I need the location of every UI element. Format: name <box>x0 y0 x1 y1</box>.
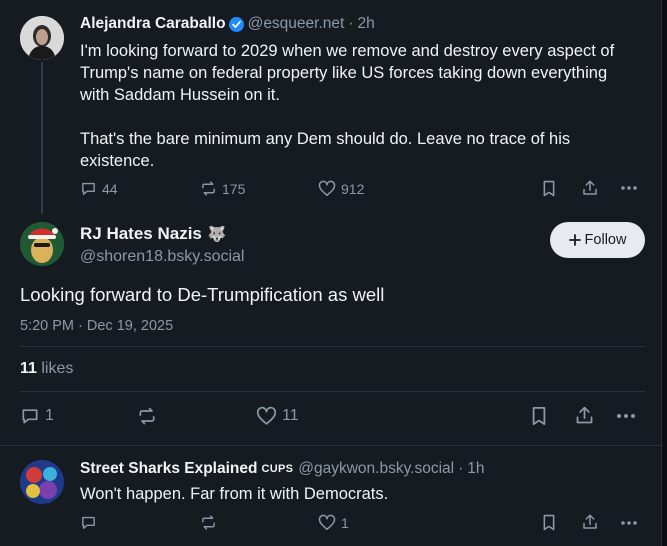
share-icon <box>576 406 593 424</box>
bookmark-icon <box>532 407 546 425</box>
like-count: 912 <box>341 180 365 197</box>
repost-button[interactable]: 175 <box>200 180 245 197</box>
meta-separator: · <box>458 460 464 477</box>
bookmark-button[interactable] <box>541 514 557 531</box>
post-body: Looking forward to De-Trumpification as … <box>20 284 385 305</box>
heart-icon <box>318 514 336 530</box>
author-handle[interactable]: @shoren18.bsky.social <box>80 248 244 266</box>
bookmark-icon <box>543 180 555 197</box>
bookmark-icon <box>543 514 555 531</box>
likes-count: 11 <box>20 360 37 377</box>
focused-author-row: RJ Hates Nazis 🐺 <box>80 224 227 244</box>
post-paragraph: That's the bare minimum any Dem should d… <box>80 130 571 170</box>
post-body: Won't happen. Far from it with Democrats… <box>80 485 389 503</box>
follow-button[interactable]: Follow <box>550 222 645 258</box>
share-icon <box>583 180 597 195</box>
follow-label: Follow <box>584 232 627 248</box>
likes-word: likes <box>41 360 74 377</box>
reply-button[interactable] <box>80 514 97 531</box>
heart-icon <box>256 406 277 425</box>
repost-icon <box>202 181 215 196</box>
post-timestamp[interactable]: 5:20 PM · Dec 19, 2025 <box>20 318 173 334</box>
like-count: 1 <box>341 514 349 531</box>
panel-edge <box>662 0 667 546</box>
like-button[interactable]: 1 <box>318 514 349 531</box>
post-body: I'm looking forward to 2029 when we remo… <box>80 40 640 172</box>
reply-icon <box>22 409 38 424</box>
share-button[interactable] <box>574 405 595 426</box>
heart-icon <box>318 180 336 196</box>
author-name[interactable]: Street Sharks Explained <box>80 460 257 478</box>
reply-count: 44 <box>102 180 118 197</box>
more-options-button[interactable] <box>620 516 638 530</box>
share-button[interactable] <box>581 513 599 531</box>
reply-count: 1 <box>45 407 54 424</box>
reply-icon <box>82 182 95 195</box>
parent-post-meta: Alejandra Caraballo @esqueer.net · 2h <box>80 15 375 33</box>
share-button[interactable] <box>581 179 599 197</box>
more-options-button[interactable] <box>620 181 638 195</box>
verified-check-icon <box>228 16 244 32</box>
author-name[interactable]: Alejandra Caraballo <box>80 15 226 33</box>
reply-button[interactable]: 44 <box>80 180 118 197</box>
author-handle[interactable]: @esqueer.net <box>248 15 345 33</box>
like-button[interactable]: 912 <box>318 180 364 197</box>
more-dots-icon <box>617 414 635 418</box>
more-dots-icon <box>621 521 637 525</box>
reply-button[interactable]: 1 <box>20 406 54 426</box>
share-icon <box>583 514 597 529</box>
reply-icon <box>82 516 95 529</box>
repost-icon <box>139 407 155 425</box>
repost-count: 175 <box>222 180 246 197</box>
meta-separator: · <box>348 15 354 32</box>
likes-summary[interactable]: 11 likes <box>20 360 73 378</box>
avatar[interactable] <box>20 222 64 266</box>
divider <box>20 391 645 392</box>
author-name[interactable]: RJ Hates Nazis <box>80 224 202 244</box>
reply-post-meta: Street Sharks Explained CUPS @gaykwon.bs… <box>80 460 485 478</box>
more-options-button[interactable] <box>616 409 636 423</box>
author-handle[interactable]: @gaykwon.bsky.social <box>298 460 454 478</box>
post-time[interactable]: 1h <box>467 460 484 478</box>
repost-icon <box>202 515 215 530</box>
wolf-emoji: 🐺 <box>207 226 227 243</box>
plus-icon <box>568 234 581 246</box>
repost-button[interactable] <box>137 406 157 426</box>
bookmark-button[interactable] <box>530 406 548 426</box>
divider <box>0 445 662 446</box>
like-count: 11 <box>282 407 299 424</box>
name-suffix: CUPS <box>261 463 294 475</box>
thread-connector <box>41 62 43 214</box>
divider <box>20 346 645 347</box>
like-button[interactable]: 11 <box>256 406 299 426</box>
repost-button[interactable] <box>200 514 217 531</box>
avatar[interactable] <box>20 16 64 60</box>
post-paragraph: I'm looking forward to 2029 when we remo… <box>80 42 615 104</box>
bookmark-button[interactable] <box>541 180 557 197</box>
more-dots-icon <box>621 186 637 190</box>
post-time[interactable]: 2h <box>358 15 375 33</box>
avatar[interactable] <box>20 460 64 504</box>
